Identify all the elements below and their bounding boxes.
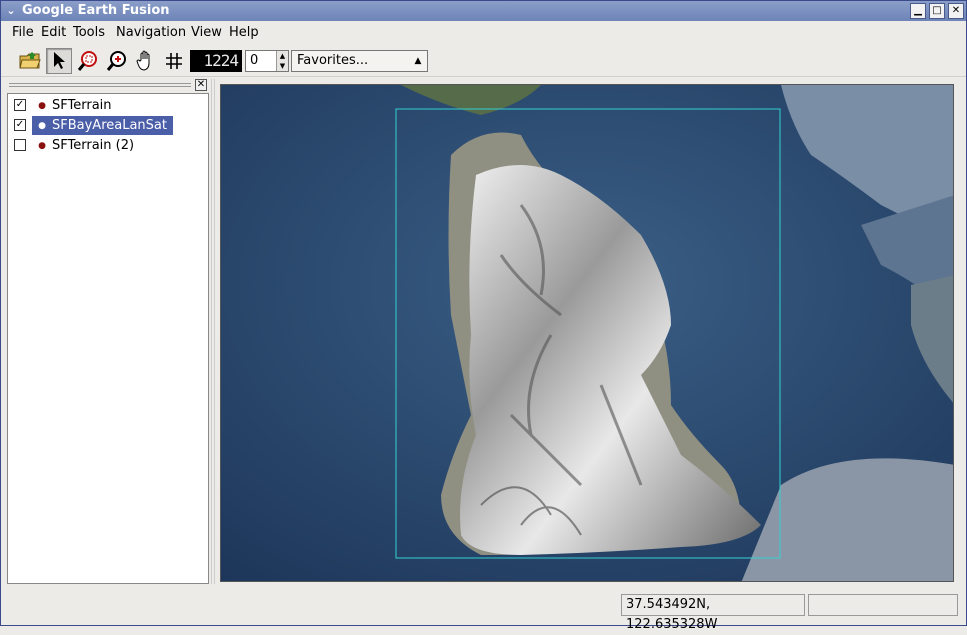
layer-item-selected[interactable]: ✓ SFBayAreaLanSat ● [10,116,208,136]
maximize-button[interactable]: □ [929,3,945,19]
title-bar: ⌄ Google Earth Fusion ▁ □ ✕ [1,1,966,21]
layer-list: ✓ SFTerrain ● ✓ SFBayAreaLanSat ● SFTerr… [7,93,209,584]
menu-view[interactable]: View [191,25,222,40]
layer-checkbox[interactable]: ✓ [14,99,26,111]
spinbox-value[interactable]: 0 [250,53,258,68]
panel-header: ✕ [7,79,209,93]
layer-item[interactable]: ✓ SFTerrain ● [10,96,208,116]
panel-close-icon[interactable]: ✕ [195,79,207,91]
window-title: Google Earth Fusion [22,3,170,18]
favorites-value[interactable]: Favorites... [297,53,368,68]
grid-icon[interactable] [161,48,187,74]
app-window: ⌄ Google Earth Fusion ▁ □ ✕ File Edit To… [0,0,967,632]
status-field [808,594,958,616]
level-spinbox[interactable]: 0 ▲ ▼ [245,50,289,72]
status-bar: 37.543492N, 122.635328W [1,589,966,632]
layer-item[interactable]: SFTerrain (2) ● [10,136,208,156]
satellite-map-image [221,85,953,581]
menu-file[interactable]: File [12,25,34,40]
window-menu-icon[interactable]: ⌄ [3,3,19,19]
favorites-dropdown[interactable]: Favorites... ▲ [291,50,428,72]
menu-tools[interactable]: Tools [73,25,105,40]
menu-edit[interactable]: Edit [41,25,66,40]
close-button[interactable]: ✕ [948,3,964,19]
spin-arrows-icon[interactable]: ▲ ▼ [276,51,288,71]
zoom-level-display: 1224 [190,50,242,72]
chevron-down-icon[interactable]: ▲ [411,53,425,69]
layer-dot-icon: ● [38,121,46,131]
map-view[interactable] [220,84,954,582]
layer-checkbox[interactable]: ✓ [14,119,26,131]
layer-dot-icon: ● [38,101,46,111]
panel-grip[interactable] [9,83,191,87]
zoom-box-icon[interactable] [75,48,101,74]
open-folder-icon[interactable] [17,48,43,74]
layer-label[interactable]: SFTerrain (2) [32,136,140,155]
toolbar: 1224 0 ▲ ▼ Favorites... ▲ [1,45,966,77]
layer-panel: ✕ ✓ SFTerrain ● ✓ SFBayAreaLanSat ● SFTe… [7,79,209,584]
menu-help[interactable]: Help [229,25,259,40]
select-arrow-icon[interactable] [46,48,72,74]
layer-checkbox[interactable] [14,139,26,151]
layer-dot-icon: ● [38,141,46,151]
pan-hand-icon[interactable] [133,48,159,74]
menu-bar: File Edit Tools Navigation View Help [1,22,966,44]
panel-splitter[interactable] [211,79,215,584]
minimize-button[interactable]: ▁ [910,3,926,19]
layer-label[interactable]: SFBayAreaLanSat [32,116,173,135]
coordinates-readout: 37.543492N, 122.635328W [621,594,805,632]
menu-navigation[interactable]: Navigation [116,25,186,40]
zoom-in-icon[interactable] [104,48,130,74]
